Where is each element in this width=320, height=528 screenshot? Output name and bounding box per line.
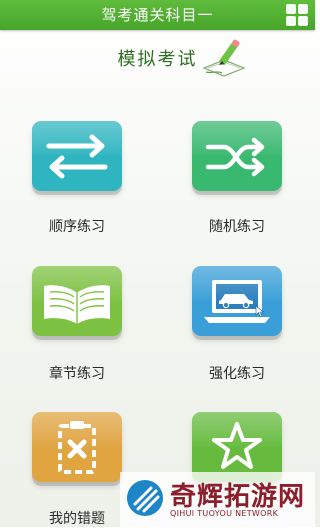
sequential-practice-button[interactable]	[32, 121, 122, 191]
shuffle-icon	[205, 137, 265, 177]
tile-label: 我的错题	[49, 511, 105, 527]
watermark-subtitle: QIHUI TUOYOU NETWORK	[170, 509, 279, 518]
intensive-practice-button[interactable]	[192, 266, 282, 336]
sequential-arrows-icon	[46, 134, 108, 179]
random-practice-button[interactable]	[192, 121, 282, 191]
chapter-practice-button[interactable]	[32, 266, 122, 336]
tile-label: 随机练习	[209, 219, 265, 235]
section-title: 模拟考试	[117, 49, 198, 70]
my-mistakes-button[interactable]	[32, 412, 122, 482]
open-book-icon	[44, 285, 110, 324]
tile-label: 顺序练习	[49, 219, 105, 235]
pen-paper-icon	[202, 39, 246, 77]
app-title: 驾考通关科目一	[101, 6, 214, 24]
tile-label: 强化练习	[209, 366, 265, 382]
watermark-logo-icon	[127, 480, 163, 516]
clipboard-x-icon	[58, 421, 96, 474]
tile-label: 章节练习	[49, 366, 105, 382]
watermark-name: 奇辉拓游网	[170, 482, 306, 512]
title-bar: 驾考通关科目一	[0, 0, 315, 30]
grid-menu-icon[interactable]	[286, 4, 308, 26]
laptop-car-icon	[204, 280, 270, 323]
